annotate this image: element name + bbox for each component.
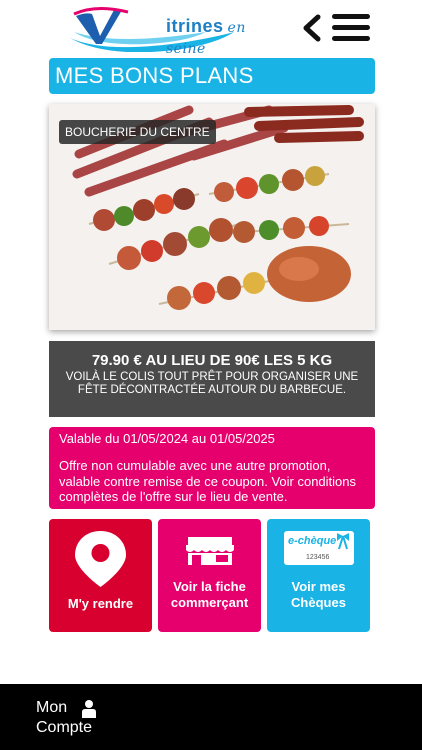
offer-photo: BOUCHERIE DU CENTRE <box>49 104 375 330</box>
offer-description: VOILÀ LE COLIS TOUT PRÊT POUR ORGANISER … <box>65 371 359 396</box>
price-box: 79.90 € AU LIEU DE 90€ LES 5 KG VOILÀ LE… <box>49 341 375 417</box>
go-there-button[interactable]: M'y rendre <box>49 519 152 632</box>
offer-conditions: Offre non cumulable avec une autre promo… <box>59 458 357 504</box>
view-cheques-button[interactable]: e-chèque 123456 Voir mes Chèques <box>267 519 370 632</box>
view-shop-label: Voir la fiche commerçant <box>170 579 249 610</box>
footer-bar: Mon Compte <box>0 684 422 750</box>
ribbon-icon <box>337 533 349 550</box>
chevron-left-icon <box>303 14 321 42</box>
validity-box: Valable du 01/05/2024 au 01/05/2025 Offr… <box>49 427 375 509</box>
logo-text: itrines en seine <box>166 16 246 58</box>
menu-bar-icon <box>332 36 370 41</box>
validity-dates: Valable du 01/05/2024 au 01/05/2025 <box>59 431 275 446</box>
back-button[interactable] <box>300 14 324 42</box>
menu-bar-icon <box>332 25 370 30</box>
go-there-label: M'y rendre <box>67 596 134 611</box>
vitrines-en-seine-logo[interactable]: itrines en seine <box>66 2 246 57</box>
page-title: MES BONS PLANS <box>49 58 375 94</box>
price-line: 79.90 € AU LIEU DE 90€ LES 5 KG <box>91 352 333 369</box>
user-icon <box>82 700 96 718</box>
view-cheques-label: Voir mes Chèques <box>291 579 346 610</box>
view-shop-button[interactable]: Voir la fiche commerçant <box>158 519 261 632</box>
menu-bar-icon <box>332 14 370 19</box>
shop-name-badge: BOUCHERIE DU CENTRE <box>59 120 216 144</box>
e-cheque-number: 123456 <box>306 554 330 561</box>
e-cheque-icon: e-chèque 123456 <box>284 531 354 565</box>
app-header: itrines en seine <box>0 0 422 57</box>
map-pin-icon <box>75 531 126 587</box>
account-label-line-2: Compte <box>36 719 93 736</box>
e-cheque-title: e-chèque <box>288 535 337 547</box>
hamburger-menu-button[interactable] <box>332 14 370 42</box>
storefront-icon <box>186 537 234 565</box>
logo-brand-text: itrines <box>166 16 224 36</box>
